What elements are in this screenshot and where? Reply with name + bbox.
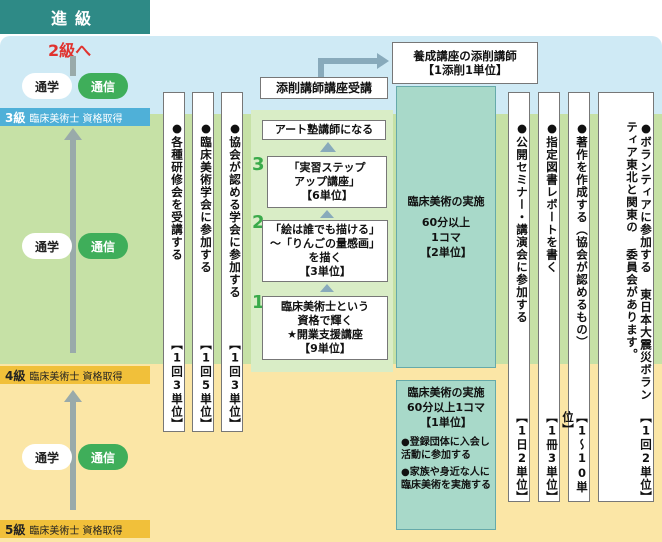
- level-label: 臨床美術士 資格取得: [29, 525, 123, 537]
- step1-line4: 【9単位】: [299, 342, 351, 355]
- step1-line3: ★開業支援講座: [287, 328, 363, 341]
- box-practice-green: 臨床美術の実施 60分以上 1コマ 【2単位】: [396, 86, 496, 368]
- arrow-up-step2: [320, 284, 334, 292]
- col-units: 【1回3単位】: [228, 338, 242, 431]
- step3-line2: アップ講座」: [294, 175, 360, 188]
- level-label: 臨床美術士 資格取得: [29, 113, 123, 125]
- pill-tsushin-4: 通信: [78, 233, 128, 259]
- col-units: 【1回3単位】: [170, 338, 184, 431]
- training-units: 【1添削1単位】: [422, 63, 508, 77]
- practice-yellow-line1: 臨床美術の実施: [407, 386, 485, 399]
- level-grade: 3級: [5, 110, 26, 125]
- step1-line2: 資格で輝く: [297, 314, 353, 327]
- step3-line1: 「実習ステップ: [288, 161, 366, 174]
- col-text: ●公開セミナー・講演会に参加する: [515, 121, 529, 324]
- step3-line3: 【6単位】: [301, 189, 353, 202]
- step2-line2: 〜「りんごの量感画」: [270, 237, 380, 250]
- pill-tsushin-5: 通信: [78, 444, 128, 470]
- box-art-instructor: アート塾講師になる: [262, 120, 386, 140]
- arrow-up-art-instructor: [320, 142, 336, 152]
- practice-green-line1: 臨床美術の実施: [407, 195, 485, 208]
- box-training-tensaku: 養成講座の添削講師 【1添削1単位】: [392, 42, 538, 84]
- col-units: 【1〜10単位】: [561, 411, 589, 494]
- arrow-up-step3: [320, 210, 334, 218]
- col-units: 【1日2単位】: [515, 411, 529, 504]
- level-strip-5: 5級 臨床美術士 資格取得: [0, 520, 150, 538]
- col-units: 【1回5単位】: [199, 338, 213, 431]
- level-grade: 5級: [5, 522, 26, 537]
- col-public-seminar: ●公開セミナー・講演会に参加する 【1日2単位】: [508, 92, 530, 504]
- pill-tsugaku-4: 通学: [22, 233, 72, 259]
- up-arrow-head-low: [64, 390, 82, 402]
- box-step1: 臨床美術士という 資格で輝く ★開業支援講座 【9単位】: [262, 296, 388, 360]
- up-arrow-head-mid: [64, 128, 82, 140]
- col-volunteer: ●ボランティアに参加する 東日本大震災ボランティア東北と関東の 委員会があります…: [598, 92, 654, 504]
- arrow-to-training: [318, 62, 324, 77]
- col-text: ●協会が認める学会に参加する: [228, 121, 242, 299]
- pill-tsugaku-3: 通学: [22, 73, 72, 99]
- col-units: 【1冊3単位】: [545, 411, 559, 504]
- col-art-society: ●臨床美術学会に参加する 【1回5単位】: [192, 92, 214, 432]
- pill-tsugaku-5: 通学: [22, 444, 72, 470]
- training-title: 養成講座の添削講師: [413, 49, 517, 63]
- step2-line4: 【3単位】: [299, 265, 351, 278]
- step2-line3: を描く: [308, 251, 342, 264]
- col-text: ●臨床美術学会に参加する: [199, 121, 213, 274]
- col-book-report: ●指定図書レポートを書く 【1冊3単位】: [538, 92, 560, 504]
- level-grade: 4級: [5, 368, 26, 383]
- col-text: ●著作を作成する（協会が認めるもの）: [575, 121, 589, 349]
- level-strip-4: 4級 臨床美術士 資格取得: [0, 366, 150, 384]
- practice-yellow-line3: 【1単位】: [420, 416, 472, 429]
- col-text: ●ボランティアに参加する 東日本大震災ボランティア東北と関東の 委員会があります…: [625, 121, 653, 401]
- practice-green-line3: 1コマ: [431, 231, 461, 244]
- step3-number: 3: [252, 154, 265, 175]
- col-authorship: ●著作を作成する（協会が認めるもの） 【1〜10単位】: [561, 92, 590, 502]
- practice-green-line2: 60分以上: [421, 216, 471, 229]
- pill-tsushin-3: 通信: [78, 73, 128, 99]
- step1-line1: 臨床美術士という: [281, 300, 369, 313]
- level-label: 臨床美術士 資格取得: [29, 371, 123, 383]
- arrow-to-training-h: [318, 58, 378, 64]
- col-training-seminar: ●各種研修会を受講する 【1回3単位】: [163, 92, 185, 432]
- practice-bullet1: ●登録団体に入会し活動に参加する: [401, 437, 490, 461]
- level-strip-3: 3級 臨床美術士 資格取得: [0, 108, 150, 126]
- arrow-to-training-head: [377, 53, 389, 69]
- practice-green-line4: 【2単位】: [420, 246, 472, 259]
- col-text: ●各種研修会を受講する: [170, 121, 184, 261]
- practice-bullet2: ●家族や身近な人に臨床美術を実施する: [401, 467, 491, 491]
- box-practice-yellow: 臨床美術の実施 60分以上1コマ 【1単位】 ●登録団体に入会し活動に参加する …: [396, 380, 496, 530]
- header-title: 進級: [0, 0, 150, 34]
- col-units: 【1回2単位】: [639, 411, 653, 504]
- step2-line1: 「絵は誰でも描ける」: [270, 223, 380, 236]
- practice-yellow-line2: 60分以上1コマ: [407, 401, 485, 414]
- up-arrow-shaft-top: [70, 56, 76, 76]
- col-approved-society: ●協会が認める学会に参加する 【1回3単位】: [221, 92, 243, 432]
- box-step3: 「実習ステップ アップ講座」 【6単位】: [267, 156, 387, 208]
- box-step2: 「絵は誰でも描ける」 〜「りんごの量感画」 を描く 【3単位】: [262, 220, 388, 282]
- box-tensaku-course: 添削講師講座受講: [260, 77, 388, 99]
- col-text: ●指定図書レポートを書く: [545, 121, 559, 274]
